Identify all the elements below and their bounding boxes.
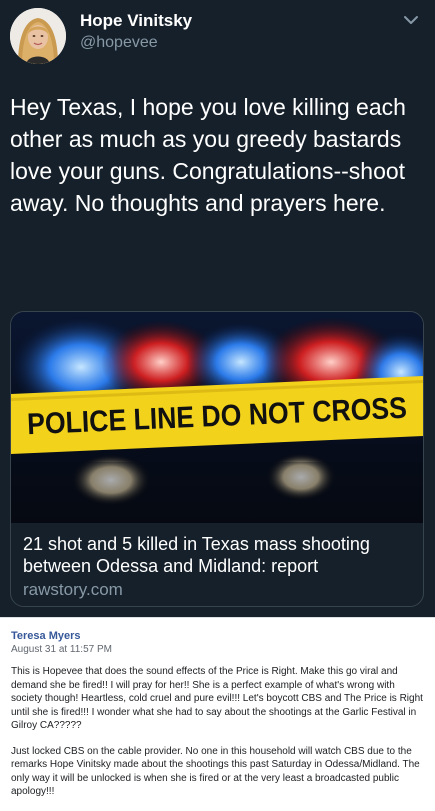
comment-body: This is Hopevee that does the sound effe… [11, 665, 427, 811]
chevron-down-icon[interactable] [398, 10, 424, 30]
comment-paragraph: This is Hopevee that does the sound effe… [11, 666, 423, 731]
tweet: Hope Vinitsky @hopevee Hey Texas, I hope… [0, 0, 435, 617]
comment-timestamp[interactable]: August 31 at 11:57 PM [11, 644, 112, 655]
avatar[interactable] [10, 8, 66, 64]
comment-paragraph: Just locked CBS on the cable provider. N… [11, 745, 420, 798]
tweet-text: Hey Texas, I hope you love killing each … [10, 94, 406, 216]
display-name[interactable]: Hope Vinitsky [80, 11, 192, 31]
card-image: POLICE LINE DO NOT CROSS [11, 312, 423, 523]
card-headline[interactable]: 21 shot and 5 killed in Texas mass shoot… [23, 533, 413, 577]
link-card[interactable]: POLICE LINE DO NOT CROSS 21 shot and 5 k… [10, 311, 424, 607]
facebook-comment: Teresa Myers August 31 at 11:57 PM This … [0, 617, 435, 800]
comment-author[interactable]: Teresa Myers [11, 630, 81, 642]
card-domain: rawstory.com [23, 580, 123, 599]
user-handle[interactable]: @hopevee [80, 34, 158, 52]
